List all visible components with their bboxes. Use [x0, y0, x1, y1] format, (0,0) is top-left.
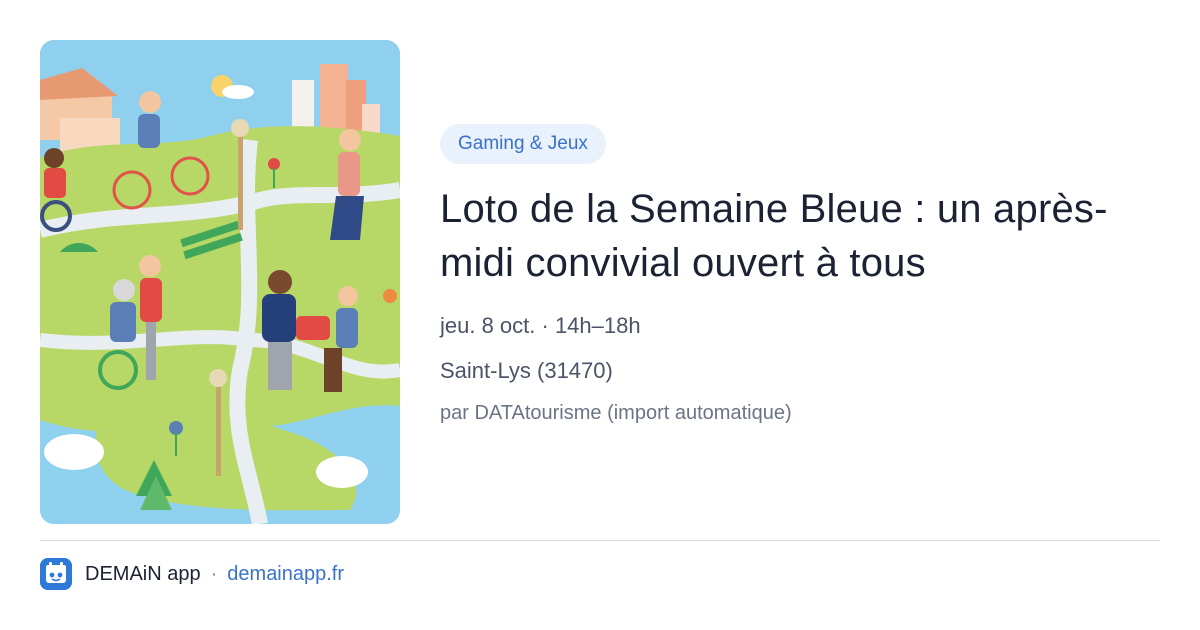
demain-logo-icon: [40, 558, 72, 590]
event-location: Saint-Lys (31470): [440, 358, 613, 383]
event-illustration: [40, 40, 400, 524]
event-datetime: jeu. 8 oct. · 14h–18h: [440, 313, 641, 338]
footer-divider: [40, 540, 1160, 541]
category-badge[interactable]: Gaming & Jeux: [440, 124, 606, 164]
event-source: par DATAtourisme (import automatique): [440, 402, 792, 424]
app-url-link[interactable]: demainapp.fr: [227, 563, 344, 586]
footer: DEMAiN app · demainapp.fr: [40, 558, 344, 590]
footer-separator: ·: [210, 562, 218, 585]
app-name: DEMAiN app: [85, 562, 201, 585]
event-title: Loto de la Semaine Bleue : un après-midi…: [440, 187, 1108, 285]
